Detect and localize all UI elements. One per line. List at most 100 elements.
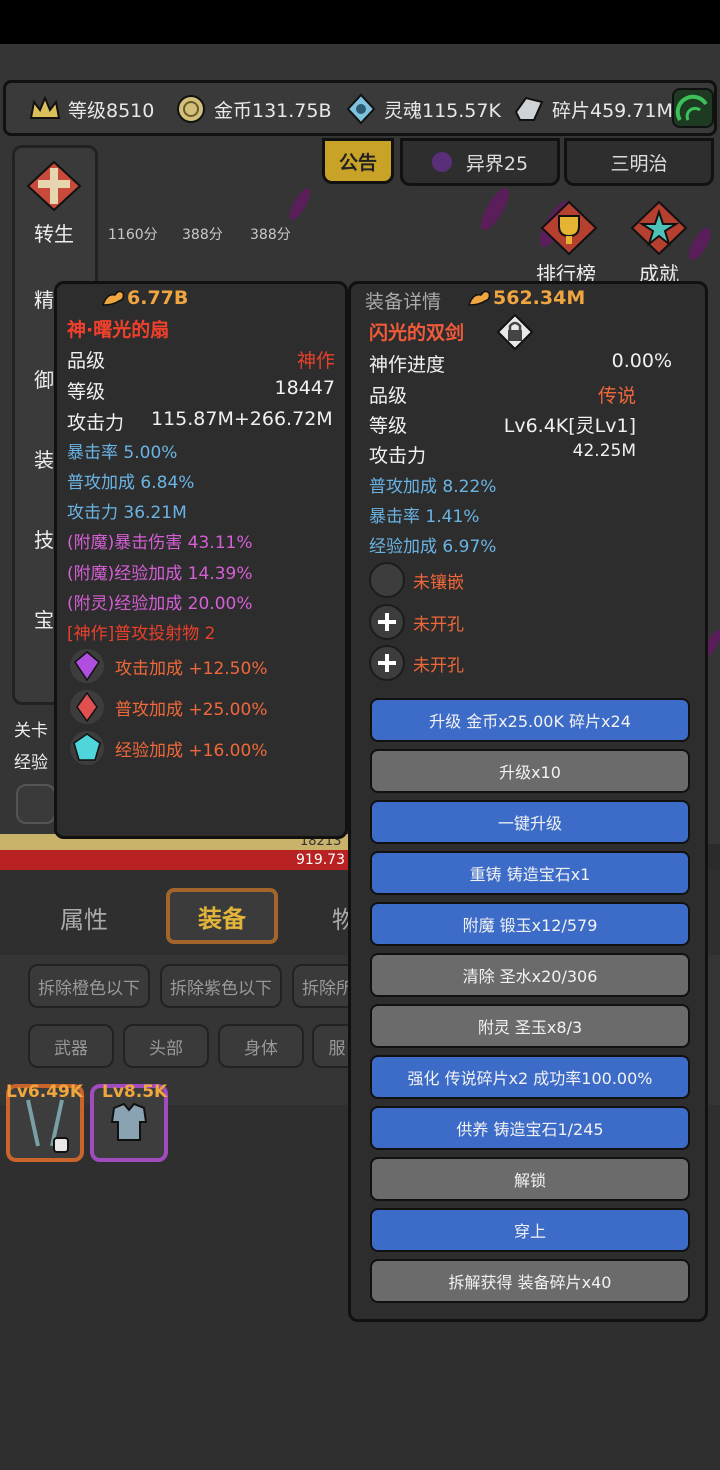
equip-label[interactable]: 装 [34, 444, 54, 473]
achievement-icon[interactable] [630, 200, 688, 256]
left-power-value: 6.77B [127, 287, 189, 309]
left-item-name: 神·曙光的扇 [67, 319, 170, 341]
left-stat-1: 普攻加成 6.84% [67, 473, 195, 493]
soul-icon [346, 93, 376, 125]
tab-equipment-label: 装备 [198, 904, 246, 933]
score-2: 388分 [182, 227, 223, 243]
soul-resource: 灵魂115.57K [344, 93, 501, 125]
right-level-label: 等级 [369, 415, 408, 437]
otherworld-tab[interactable]: 异界25 [400, 138, 560, 186]
plus-icon [378, 613, 396, 631]
fragments-resource: 碎片459.71M [512, 93, 673, 125]
spirit-button[interactable]: 附灵 圣玉x8/3 [370, 1004, 690, 1048]
equipped-item-panel: 6.77B 神·曙光的扇 品级 神作 等级 18447 攻击力 115.87M+… [54, 281, 348, 839]
sanming-tab[interactable]: 三明治 [564, 138, 714, 186]
notice-button[interactable]: 公告 [322, 138, 394, 184]
fragment-icon [514, 96, 544, 121]
item-detail-panel: 装备详情 562.34M 闪光的双剑 神作进度 0.00% 品级 传说 等级 L… [348, 281, 708, 1322]
strength-icon [101, 290, 125, 306]
right-quality-label: 品级 [369, 385, 408, 407]
detail-header: 装备详情 [365, 291, 442, 313]
right-stat-1: 暴击率 1.41% [369, 507, 480, 527]
left-level-label: 等级 [67, 381, 106, 403]
cyan-gem-icon [70, 731, 104, 765]
clear-button[interactable]: 清除 圣水x20/306 [370, 953, 690, 997]
plus-icon [378, 654, 396, 672]
level-value: 等级8510 [68, 99, 155, 122]
one-click-upgrade-button[interactable]: 一键升级 [370, 800, 690, 844]
right-attack-value: 42.25M [572, 441, 636, 461]
reforge-button[interactable]: 重铸 铸造宝石x1 [370, 851, 690, 895]
otherworld-label: 异界25 [465, 152, 529, 175]
rebirth-icon[interactable] [26, 160, 82, 212]
item-level-2: Lv8.5K [102, 1082, 168, 1102]
status-bar [0, 0, 720, 44]
category-body[interactable]: 身体 [218, 1024, 304, 1068]
socket-label-0: 未镶嵌 [413, 573, 464, 593]
exp-label: 经验 [14, 753, 48, 773]
filter-orange-below[interactable]: 拆除橙色以下 [28, 964, 150, 1008]
rebirth-label[interactable]: 转生 [34, 218, 74, 247]
strengthen-button[interactable]: 强化 传说碎片x2 成功率100.00% [370, 1055, 690, 1099]
item-level-1: Lv6.49K [6, 1082, 84, 1102]
fragments-value: 碎片459.71M [552, 99, 673, 122]
right-stat-2: 经验加成 6.97% [369, 537, 497, 557]
red-gem-icon [70, 690, 104, 724]
socket-open-1[interactable] [369, 604, 405, 640]
gem-text-1: 普攻加成 +25.00% [115, 699, 268, 720]
left-quality-value: 神作 [296, 350, 335, 372]
gold-resource: 金币131.75B [174, 93, 332, 125]
socket-label-2: 未开孔 [413, 656, 464, 676]
upgrade-x10-button[interactable]: 升级x10 [370, 749, 690, 793]
progress-value: 0.00% [611, 350, 672, 372]
tab-attributes[interactable]: 属性 [60, 900, 108, 935]
right-item-name: 闪光的双剑 [369, 322, 465, 344]
strength-icon [467, 290, 491, 306]
socket-empty[interactable] [369, 562, 405, 598]
nourish-button[interactable]: 供养 铸造宝石1/245 [370, 1106, 690, 1150]
left-stat-4: (附魔)经验加成 14.39% [67, 564, 253, 584]
left-level-value: 18447 [274, 377, 335, 399]
enchant-button[interactable]: 附魔 锻玉x12/579 [370, 902, 690, 946]
right-power-row: 562.34M [467, 287, 585, 309]
purple-gem-icon [70, 649, 104, 683]
left-stat-2: 攻击力 36.21M [67, 503, 187, 523]
equip-button[interactable]: 穿上 [370, 1208, 690, 1252]
skill-label[interactable]: 技 [34, 524, 54, 553]
gold-value: 金币131.75B [214, 99, 332, 122]
category-head[interactable]: 头部 [123, 1024, 209, 1068]
treasure-label[interactable]: 宝 [34, 604, 54, 633]
socket-open-2[interactable] [369, 645, 405, 681]
tab-equipment[interactable]: 装备 [166, 888, 278, 944]
category-weapon[interactable]: 武器 [28, 1024, 114, 1068]
score-3: 388分 [250, 227, 291, 243]
left-stat-5: (附灵)经验加成 20.00% [67, 594, 253, 614]
crown-icon [29, 95, 61, 119]
left-attack-label: 攻击力 [67, 412, 125, 434]
resource-bar: 等级8510 金币131.75B 灵魂115.57K 碎片459.71M [3, 80, 717, 136]
right-level-value: Lv6.4K[灵Lv1] [503, 415, 636, 437]
unlock-button[interactable]: 解锁 [370, 1157, 690, 1201]
gauge-icon [675, 94, 708, 122]
upgrade-button[interactable]: 升级 金币x25.00K 碎片x24 [370, 698, 690, 742]
right-quality-value: 传说 [597, 385, 636, 407]
speed-button[interactable] [672, 88, 714, 128]
hp-value: 919.73 [296, 852, 345, 868]
filter-purple-below[interactable]: 拆除紫色以下 [160, 964, 282, 1008]
side-button[interactable] [16, 784, 56, 824]
gem-text-0: 攻击加成 +12.50% [115, 658, 268, 679]
refine-label[interactable]: 精 [34, 284, 54, 313]
left-attack-value: 115.87M+266.72M [151, 408, 333, 430]
lock-icon[interactable] [496, 313, 534, 351]
right-power-value: 562.34M [493, 287, 586, 309]
defend-label[interactable]: 御 [34, 364, 54, 393]
gem-row-1: 普攻加成 +25.00% [69, 689, 267, 725]
stage-label: 关卡 [14, 721, 48, 741]
gem-text-2: 经验加成 +16.00% [115, 740, 268, 761]
score-1: 1160分 [108, 227, 158, 243]
disassemble-button[interactable]: 拆解获得 装备碎片x40 [370, 1259, 690, 1303]
portal-icon [431, 152, 452, 172]
trophy-icon[interactable] [540, 200, 598, 256]
left-stat-6: [神作]普攻投射物 2 [67, 624, 216, 644]
gem-row-0: 攻击加成 +12.50% [69, 648, 267, 684]
